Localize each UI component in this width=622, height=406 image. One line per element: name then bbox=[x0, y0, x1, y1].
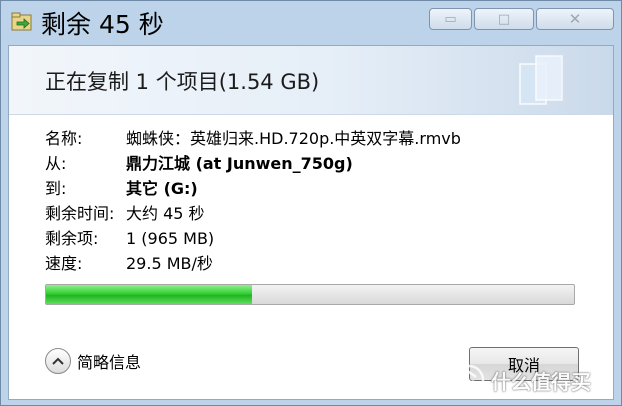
copy-progress-bar bbox=[45, 284, 575, 305]
details-toggle[interactable]: 简略信息 bbox=[45, 348, 141, 374]
name-value: 蜘蛛侠：英雄归来.HD.720p.中英双字幕.rmvb bbox=[126, 129, 461, 148]
close-button[interactable]: ✕ bbox=[536, 8, 614, 30]
close-icon: ✕ bbox=[568, 10, 582, 28]
dialog-content: 正在复制 1 个项目(1.54 GB) 名称: 蜘蛛侠：英雄归来.HD.720p… bbox=[8, 45, 614, 400]
info-row-items-remaining: 剩余项: 1 (965 MB) bbox=[45, 226, 461, 251]
maximize-icon: □ bbox=[497, 11, 511, 27]
to-value[interactable]: 其它 (G:) bbox=[126, 176, 198, 201]
from-label: 从: bbox=[45, 154, 67, 173]
watermark: 什么值得买 bbox=[453, 364, 591, 396]
minimize-button[interactable]: ▭ bbox=[429, 8, 472, 30]
details-toggle-button[interactable] bbox=[45, 348, 71, 374]
to-label: 到: bbox=[45, 179, 67, 198]
info-row-from: 从: 鼎力江城 (at Junwen_750g) bbox=[45, 151, 461, 176]
copy-dialog-window: 剩余 45 秒 ▭ □ ✕ 正在复制 1 个项目(1.54 GB) 名称: 蜘蛛… bbox=[0, 0, 622, 406]
info-row-name: 名称: 蜘蛛侠：英雄归来.HD.720p.中英双字幕.rmvb bbox=[45, 126, 461, 151]
glass-panes-icon bbox=[519, 55, 563, 105]
items-remaining-label: 剩余项: bbox=[45, 229, 99, 248]
name-label: 名称: bbox=[45, 129, 83, 148]
info-row-to: 到: 其它 (G:) bbox=[45, 176, 461, 201]
smzdm-logo-icon bbox=[453, 364, 485, 396]
items-remaining-value: 1 (965 MB) bbox=[126, 229, 215, 248]
from-value[interactable]: 鼎力江城 (at Junwen_750g) bbox=[126, 151, 353, 176]
header-banner: 正在复制 1 个项目(1.54 GB) bbox=[9, 46, 613, 115]
minimize-icon: ▭ bbox=[444, 11, 457, 27]
copy-folder-icon bbox=[11, 12, 32, 31]
speed-label: 速度: bbox=[45, 254, 83, 273]
chevron-up-icon bbox=[52, 357, 64, 365]
title-bar[interactable]: 剩余 45 秒 ▭ □ ✕ bbox=[1, 1, 621, 49]
maximize-button[interactable]: □ bbox=[474, 8, 534, 30]
progress-fill bbox=[46, 285, 252, 304]
info-row-speed: 速度: 29.5 MB/秒 bbox=[45, 251, 461, 276]
details-toggle-label: 简略信息 bbox=[77, 353, 142, 372]
copy-heading: 正在复制 1 个项目(1.54 GB) bbox=[45, 70, 320, 94]
window-title: 剩余 45 秒 bbox=[41, 10, 164, 39]
watermark-text: 什么值得买 bbox=[491, 369, 591, 394]
time-remaining-value: 大约 45 秒 bbox=[126, 204, 205, 223]
copy-info: 名称: 蜘蛛侠：英雄归来.HD.720p.中英双字幕.rmvb 从: 鼎力江城 … bbox=[45, 126, 461, 276]
time-remaining-label: 剩余时间: bbox=[45, 204, 115, 223]
info-row-time-remaining: 剩余时间: 大约 45 秒 bbox=[45, 201, 461, 226]
speed-value: 29.5 MB/秒 bbox=[126, 254, 213, 273]
